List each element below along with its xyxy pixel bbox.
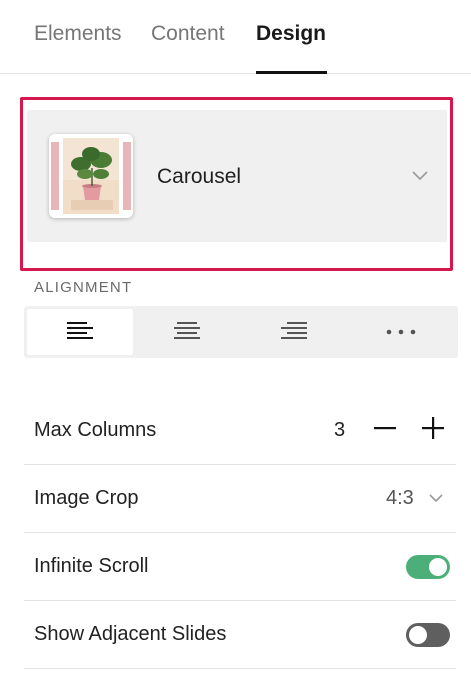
more-options-button[interactable] — [348, 309, 454, 355]
show-adjacent-slides-label: Show Adjacent Slides — [34, 623, 227, 645]
image-crop-label: Image Crop — [34, 487, 139, 509]
decrement-button[interactable] — [370, 415, 400, 445]
plus-icon — [421, 416, 445, 445]
show-adjacent-slides-row: Show Adjacent Slides — [24, 601, 456, 669]
max-columns-row: Max Columns 3 — [24, 397, 456, 465]
align-right-icon — [280, 320, 308, 345]
align-right-button[interactable] — [241, 309, 347, 355]
tab-bar: Elements Content Design — [0, 0, 471, 74]
layout-label: Carousel — [157, 165, 242, 188]
alignment-control — [24, 306, 458, 358]
chevron-down-icon[interactable] — [427, 491, 445, 505]
more-options-icon — [385, 323, 417, 341]
align-center-button[interactable] — [134, 309, 240, 355]
alignment-section-label: ALIGNMENT — [34, 279, 133, 296]
align-left-icon — [66, 320, 94, 345]
max-columns-label: Max Columns — [34, 419, 157, 441]
align-left-button[interactable] — [27, 309, 133, 355]
carousel-plant-thumbnail — [49, 134, 133, 218]
infinite-scroll-label: Infinite Scroll — [34, 555, 149, 577]
layout-selector[interactable]: Carousel — [27, 110, 447, 242]
design-panel: Elements Content Design Carousel ALIGNME… — [0, 0, 471, 700]
tab-content[interactable]: Content — [151, 21, 225, 47]
infinite-scroll-row: Infinite Scroll — [24, 533, 456, 601]
minus-icon — [373, 416, 397, 445]
show-adjacent-slides-toggle[interactable] — [406, 623, 450, 647]
toggle-knob — [429, 558, 447, 576]
chevron-down-icon — [410, 168, 430, 184]
tab-design[interactable]: Design — [256, 21, 326, 47]
increment-button[interactable] — [418, 415, 448, 445]
active-tab-indicator — [256, 71, 327, 74]
image-crop-select[interactable]: 4:3 — [386, 486, 414, 510]
max-columns-value: 3 — [334, 419, 346, 441]
tab-elements[interactable]: Elements — [34, 21, 122, 47]
infinite-scroll-toggle[interactable] — [406, 555, 450, 579]
image-crop-row: Image Crop 4:3 — [24, 465, 456, 533]
toggle-knob — [409, 626, 427, 644]
align-center-icon — [173, 320, 201, 345]
